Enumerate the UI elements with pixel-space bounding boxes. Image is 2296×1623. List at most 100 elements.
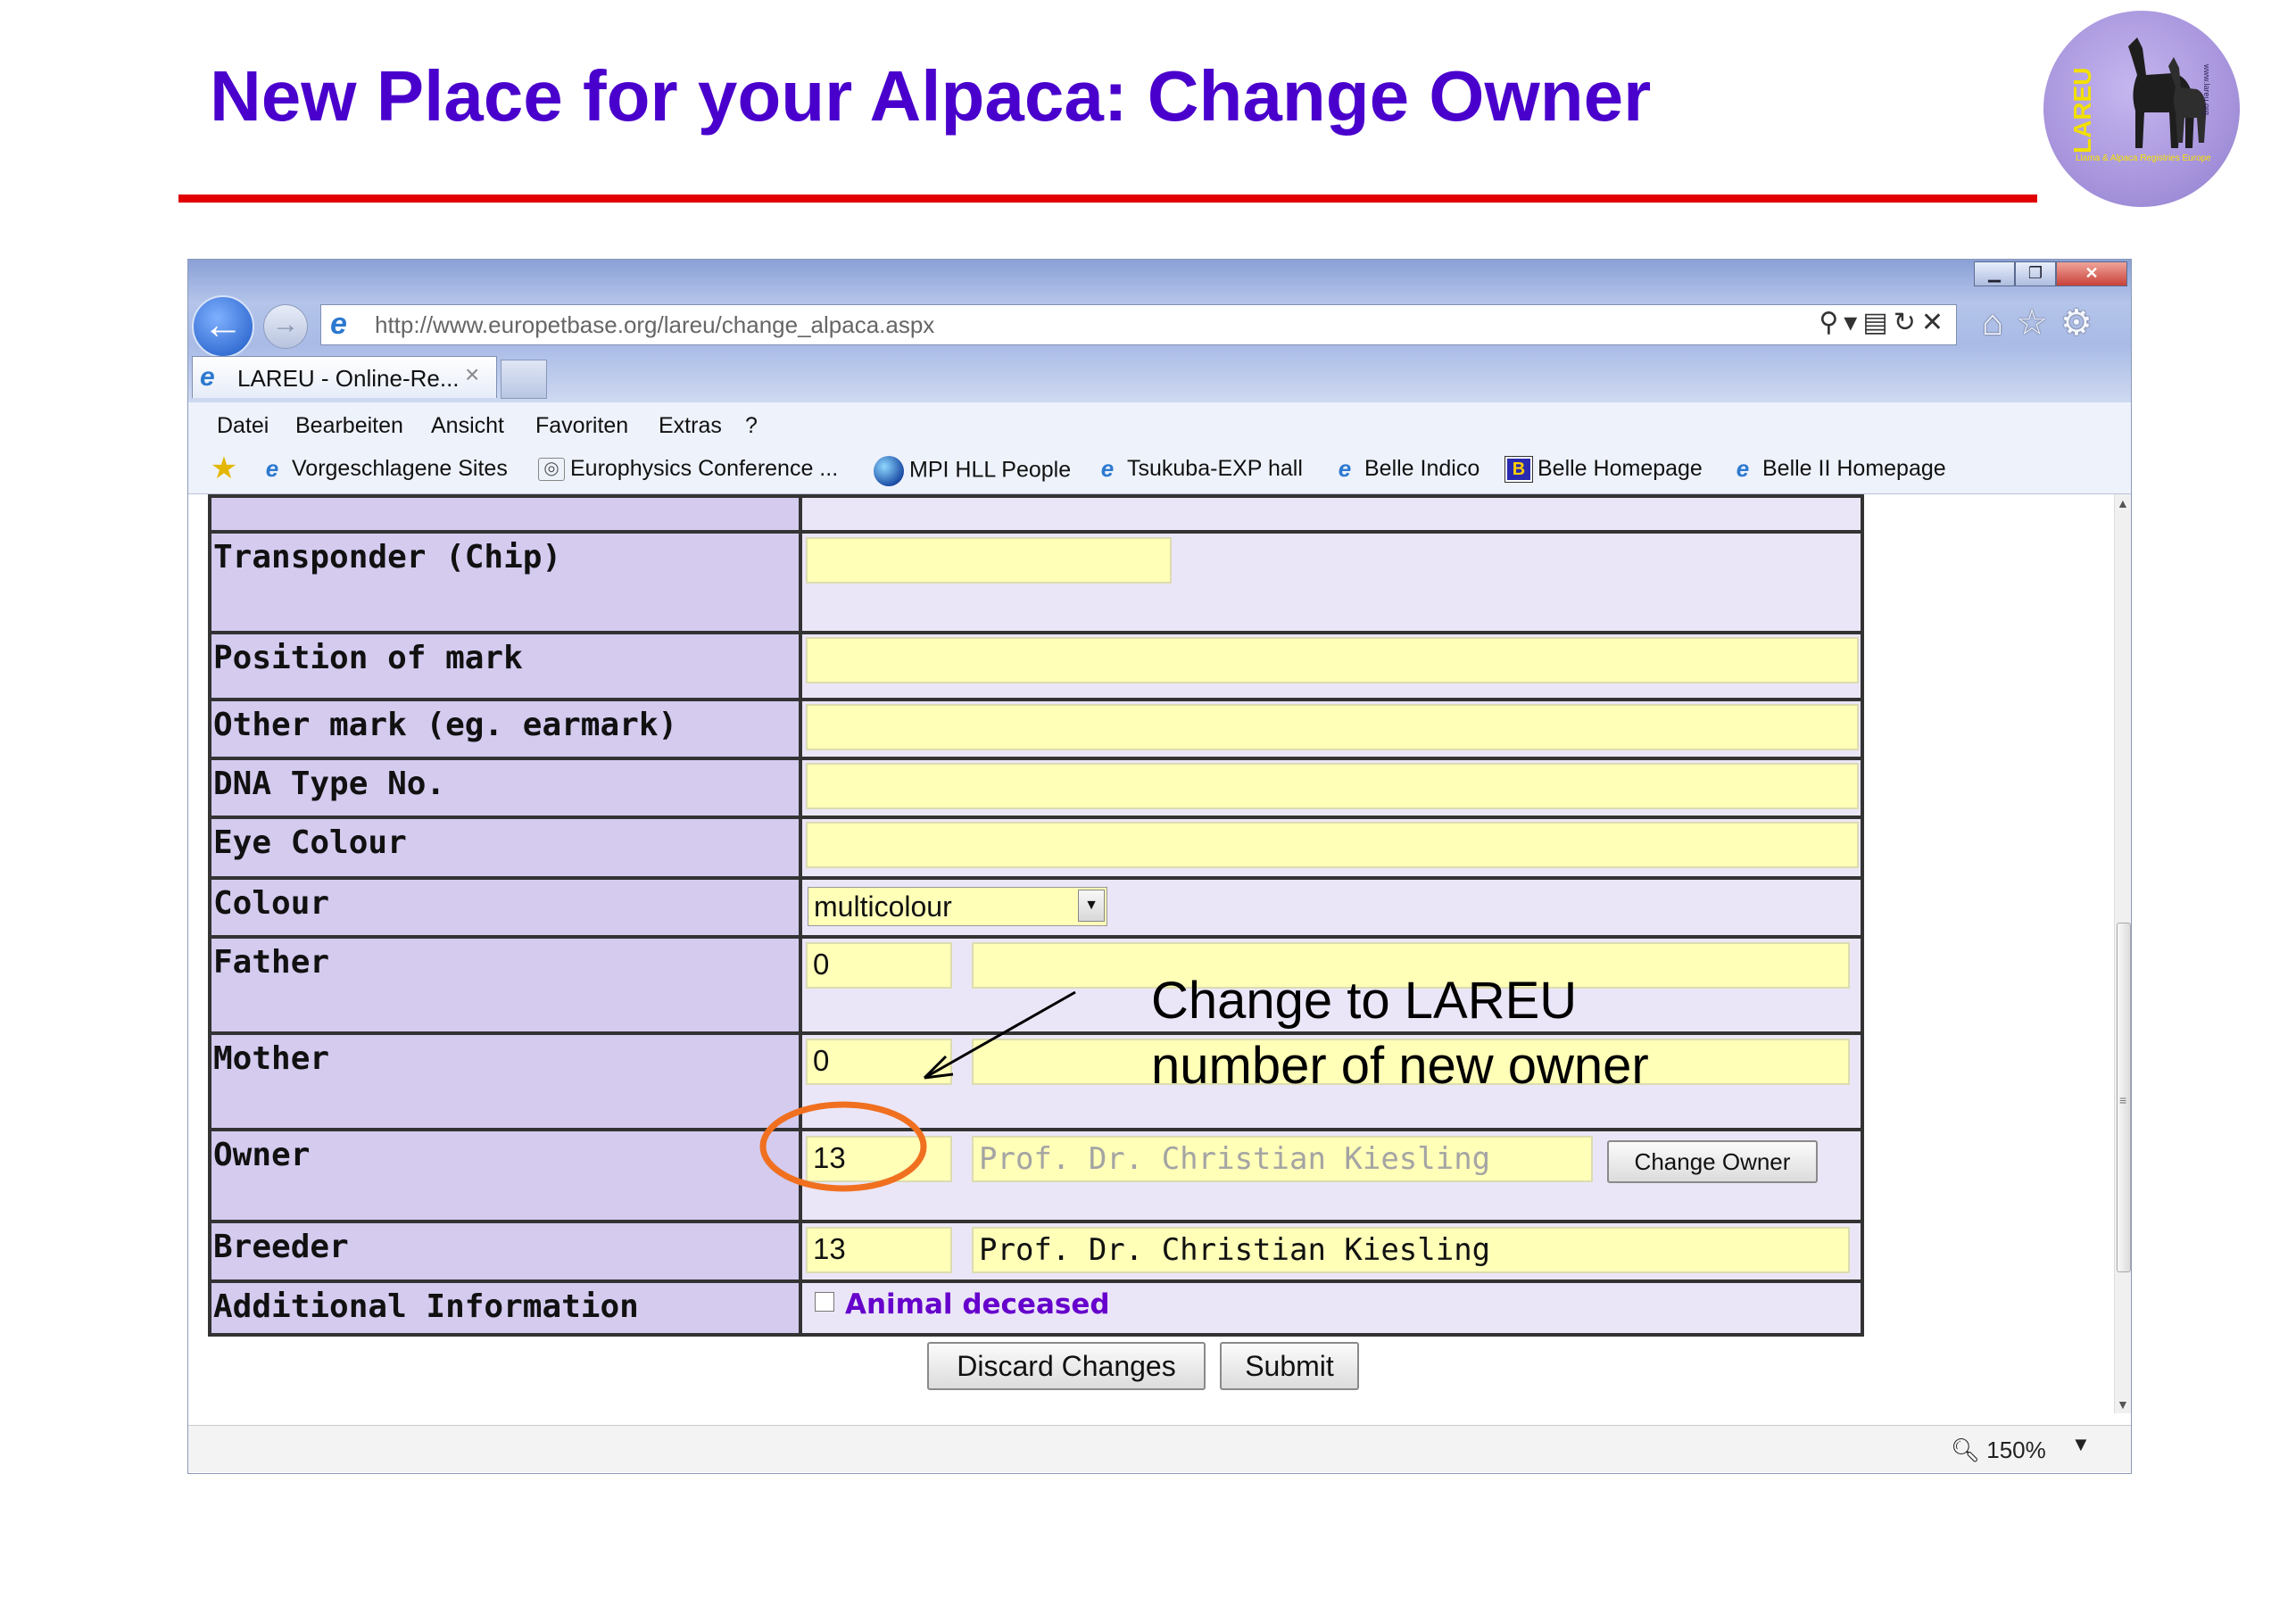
menu-datei[interactable]: Datei bbox=[217, 413, 269, 439]
discard-changes-button[interactable]: Discard Changes bbox=[927, 1342, 1206, 1390]
father-id-input[interactable]: 0 bbox=[806, 942, 952, 989]
b-icon: B bbox=[1505, 457, 1532, 483]
ie-icon: e bbox=[1338, 455, 1352, 483]
dna-label: DNA Type No. bbox=[211, 760, 802, 816]
menu-ansicht[interactable]: Ansicht bbox=[431, 413, 504, 439]
vertical-scrollbar[interactable]: ▲ ≡ ▼ bbox=[2114, 494, 2131, 1413]
favorites-star-icon: ★ bbox=[210, 451, 238, 486]
refresh-icon[interactable]: ↻ bbox=[1894, 308, 1921, 337]
fav-vorgeschlagene-sites[interactable]: e Vorgeschlagene Sites bbox=[258, 456, 508, 483]
annotation-line-1: Change to LAREU bbox=[1151, 972, 1578, 1030]
browser-chrome: ▁ ❐ ✕ ← → e http://www.europetbase.org/l… bbox=[188, 260, 2131, 402]
stop-icon[interactable]: ✕ bbox=[1921, 308, 1949, 337]
status-bar: 🔍︎ 150% ▼ bbox=[188, 1425, 2131, 1472]
close-window-icon[interactable]: ✕ bbox=[2056, 261, 2127, 286]
form-label-empty bbox=[211, 498, 802, 530]
form-row-other-mark: Other mark (eg. earmark) bbox=[211, 698, 1861, 757]
position-input[interactable] bbox=[806, 637, 1859, 683]
change-owner-button[interactable]: Change Owner bbox=[1607, 1140, 1818, 1183]
search-icon[interactable]: ⚲ bbox=[1819, 308, 1844, 337]
dropdown-icon[interactable]: ▾ bbox=[1844, 308, 1862, 337]
zoom-level[interactable]: 🔍︎ 150% bbox=[1951, 1437, 2046, 1464]
menu-favoriten[interactable]: Favoriten bbox=[535, 413, 628, 439]
form-row-additional: Additional Information Animal deceased bbox=[211, 1279, 1861, 1333]
owner-id-input[interactable]: 13 bbox=[806, 1136, 952, 1182]
form-row-eye-colour: Eye Colour bbox=[211, 816, 1861, 876]
colour-select[interactable]: multicolour ▼ bbox=[808, 887, 1107, 926]
scroll-down-icon[interactable]: ▼ bbox=[2117, 1397, 2129, 1412]
other-mark-input[interactable] bbox=[806, 704, 1859, 750]
favorites-bar: ★ e Vorgeschlagene Sites ◎ Europhysics Con… bbox=[188, 447, 2131, 494]
minimize-icon[interactable]: ▁ bbox=[1974, 261, 2015, 286]
fav-tsukuba-exp-hall[interactable]: e Tsukuba-EXP hall bbox=[1093, 456, 1303, 483]
dna-cell bbox=[802, 760, 1861, 816]
breeder-name-input[interactable]: Prof. Dr. Christian Kiesling bbox=[972, 1227, 1850, 1273]
compatibility-icon[interactable]: ▤ bbox=[1862, 308, 1893, 337]
fav-label: MPI HLL People bbox=[909, 457, 1072, 483]
browser-nav-icons: ⌂☆⚙ bbox=[1982, 302, 2105, 344]
fav-label: Belle Homepage bbox=[1538, 456, 1703, 481]
form-row-colour: Colour multicolour ▼ bbox=[211, 876, 1861, 935]
fav-belle-ii-homepage[interactable]: e Belle II Homepage bbox=[1728, 456, 1946, 483]
mother-label: Mother bbox=[211, 1035, 802, 1128]
father-label: Father bbox=[211, 939, 802, 1031]
slide-title: New Place for your Alpaca: Change Owner bbox=[210, 56, 1652, 136]
forward-arrow-icon[interactable]: → bbox=[263, 304, 308, 349]
owner-name-input[interactable]: Prof. Dr. Christian Kiesling bbox=[972, 1136, 1593, 1182]
lareu-logo: LAREU Llama & Alpaca Registries Europe w… bbox=[2043, 11, 2240, 207]
annotation-text: Change to LAREU number of new owner bbox=[1151, 968, 1649, 1098]
tab-close-icon[interactable]: × bbox=[465, 360, 479, 389]
address-url[interactable]: http://www.europetbase.org/lareu/change_… bbox=[375, 311, 934, 339]
fav-label: Europhysics Conference ... bbox=[570, 456, 839, 481]
other-mark-label: Other mark (eg. earmark) bbox=[211, 701, 802, 757]
fav-europhysics-conference[interactable]: ◎ Europhysics Conference ... bbox=[538, 456, 838, 482]
favorites-star-icon[interactable]: ☆ bbox=[2016, 303, 2060, 343]
transponder-label: Transponder (Chip) bbox=[211, 534, 802, 631]
transponder-input[interactable] bbox=[806, 537, 1172, 584]
annotation-line-2: number of new owner bbox=[1151, 1037, 1649, 1095]
menu-extras[interactable]: Extras bbox=[659, 413, 722, 439]
form-row-position: Position of mark bbox=[211, 631, 1861, 698]
chevron-down-icon[interactable]: ▼ bbox=[1078, 890, 1105, 922]
zoom-dropdown-icon[interactable]: ▼ bbox=[2071, 1433, 2091, 1456]
favorites-star[interactable]: ★ bbox=[210, 451, 244, 486]
logo-url: www.lareu.org bbox=[2202, 64, 2211, 116]
ie-icon: e bbox=[200, 362, 215, 392]
breeder-id-input[interactable]: 13 bbox=[806, 1227, 952, 1273]
dna-input[interactable] bbox=[806, 763, 1859, 809]
form-row-top bbox=[211, 494, 1861, 530]
fav-belle-indico[interactable]: e Belle Indico bbox=[1330, 456, 1480, 483]
owner-cell: 13 Prof. Dr. Christian Kiesling Change O… bbox=[802, 1131, 1861, 1220]
alpaca-form-table: Transponder (Chip) Position of mark Othe… bbox=[208, 494, 1864, 1337]
eye-colour-input[interactable] bbox=[806, 822, 1859, 868]
fav-belle-homepage[interactable]: B Belle Homepage bbox=[1505, 456, 1703, 483]
menu-help[interactable]: ? bbox=[745, 413, 758, 439]
form-row-breeder: Breeder 13 Prof. Dr. Christian Kiesling bbox=[211, 1220, 1861, 1279]
scroll-thumb[interactable]: ≡ bbox=[2117, 923, 2131, 1272]
tab-label: LAREU - Online-Re... bbox=[237, 365, 460, 392]
menu-bearbeiten[interactable]: Bearbeiten bbox=[295, 413, 403, 439]
submit-button[interactable]: Submit bbox=[1220, 1342, 1359, 1390]
eye-colour-label: Eye Colour bbox=[211, 819, 802, 876]
restore-icon[interactable]: ❐ bbox=[2015, 261, 2056, 286]
home-icon[interactable]: ⌂ bbox=[1982, 303, 2016, 343]
gear-icon[interactable]: ⚙ bbox=[2060, 303, 2105, 343]
owner-label: Owner bbox=[211, 1131, 802, 1220]
ie-icon: e bbox=[1736, 455, 1750, 483]
fav-mpi-hll-people[interactable]: MPI HLL People bbox=[874, 456, 1071, 486]
page-content: Transponder (Chip) Position of mark Othe… bbox=[188, 494, 2111, 1413]
transponder-cell bbox=[802, 534, 1861, 631]
scroll-up-icon[interactable]: ▲ bbox=[2117, 496, 2129, 510]
mother-id-input[interactable]: 0 bbox=[806, 1039, 952, 1085]
deceased-checkbox[interactable] bbox=[815, 1292, 834, 1312]
browser-window: ▁ ❐ ✕ ← → e http://www.europetbase.org/l… bbox=[187, 259, 2132, 1474]
tab-lareu[interactable]: e LAREU - Online-Re... × bbox=[192, 356, 497, 398]
breeder-cell: 13 Prof. Dr. Christian Kiesling bbox=[802, 1223, 1861, 1279]
address-bar[interactable]: e http://www.europetbase.org/lareu/chang… bbox=[320, 304, 1957, 345]
scroll-grip-icon: ≡ bbox=[2119, 1093, 2127, 1107]
form-row-dna: DNA Type No. bbox=[211, 757, 1861, 816]
logo-text: LAREU bbox=[2068, 67, 2096, 154]
fav-label: Belle Indico bbox=[1364, 456, 1480, 481]
new-tab-button[interactable] bbox=[501, 360, 547, 399]
back-arrow-icon[interactable]: ← bbox=[192, 295, 254, 358]
